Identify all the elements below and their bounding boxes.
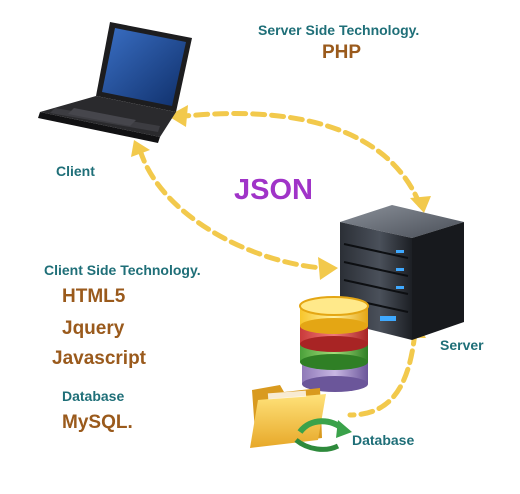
- client-label: Client: [56, 163, 95, 179]
- folder-icon: [250, 385, 326, 448]
- client-tech-item-jquery: Jquery: [62, 318, 125, 339]
- client-tech-title: Client Side Technology.: [44, 262, 201, 278]
- database-title: Database: [62, 388, 125, 404]
- client-tech-item-javascript: Javascript: [52, 348, 147, 369]
- server-tech-value: PHP: [322, 42, 362, 63]
- database-label: Database: [352, 432, 415, 448]
- database-value: MySQL.: [62, 412, 133, 433]
- arrowhead-server-left: [318, 257, 338, 280]
- server-tech-title: Server Side Technology.: [258, 22, 420, 38]
- client-server-diagram: Server Side Technology. PHP Client JSON …: [0, 0, 520, 494]
- laptop-icon: [38, 22, 192, 143]
- client-tech-item-html5: HTML5: [62, 286, 126, 307]
- arrow-client-to-server-bottom: [137, 147, 325, 271]
- json-label: JSON: [234, 174, 313, 206]
- server-label: Server: [440, 337, 484, 353]
- database-icon: [299, 296, 369, 392]
